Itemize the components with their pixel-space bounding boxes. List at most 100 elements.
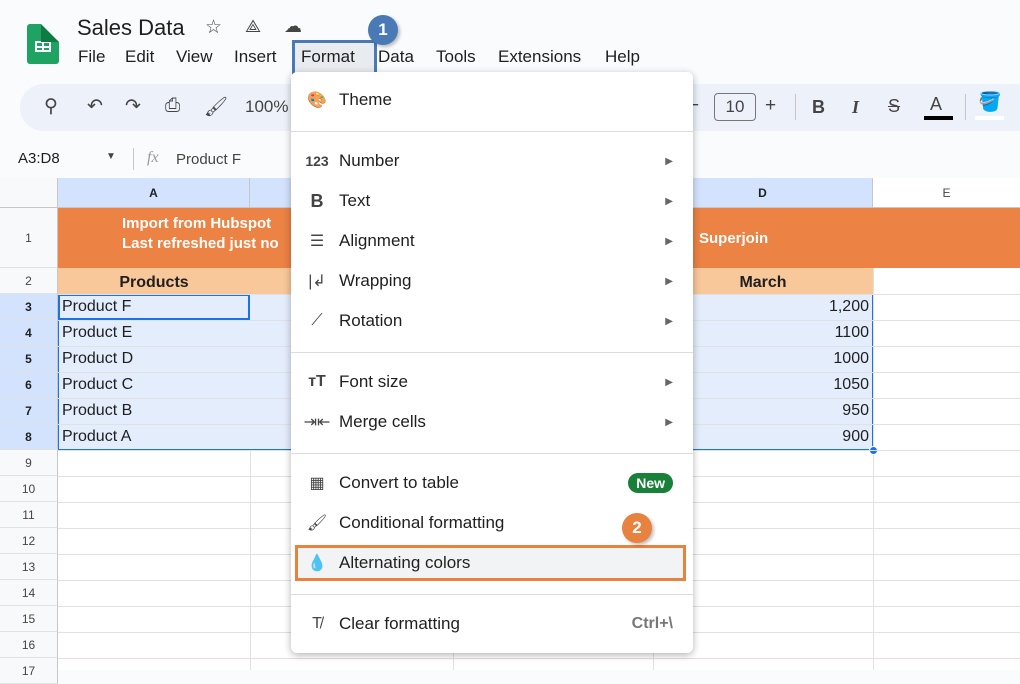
menu-item-font-size[interactable]: ᴛT Font size ▶ (291, 364, 693, 400)
row-header-7[interactable]: 7 (0, 398, 58, 424)
document-title[interactable]: Sales Data (77, 15, 185, 41)
formula-input[interactable]: Product F (176, 151, 241, 168)
toolbar-divider (795, 94, 796, 120)
italic-button[interactable]: I (852, 97, 859, 118)
menu-data[interactable]: Data (378, 47, 414, 67)
menu-item-convert-to-table[interactable]: ▦ Convert to table New (291, 465, 693, 501)
font-size-icon: ᴛT (308, 373, 326, 390)
sheets-logo[interactable] (27, 24, 59, 64)
cloud-saved-icon[interactable]: ☁ (284, 16, 302, 37)
row-header-2[interactable]: 2 (0, 268, 58, 294)
row-header-3[interactable]: 3 (0, 294, 58, 320)
menu-item-alignment[interactable]: ☰ Alignment ▶ (291, 223, 693, 259)
row-header-16[interactable]: 16 (0, 632, 58, 658)
cell-product[interactable]: Product F (58, 294, 250, 320)
menu-item-number[interactable]: 123 Number ▶ (291, 143, 693, 179)
banner-text: Import from Hubspot Last refreshed just n… (58, 214, 290, 262)
label: Number (339, 151, 400, 170)
drive-add-icon[interactable]: ⟁ (245, 16, 261, 37)
text-color-swatch (924, 116, 953, 120)
label: Text (339, 191, 371, 210)
cell-product[interactable]: Product C (58, 372, 250, 398)
menu-item-rotation[interactable]: ⟋ Rotation ▶ (291, 303, 693, 339)
menu-item-merge-cells[interactable]: ⇥⇤ Merge cells ▶ (291, 404, 693, 440)
print-icon[interactable]: ⎙ (165, 95, 180, 117)
step-badge-2: 2 (622, 513, 652, 543)
divider (133, 148, 134, 170)
select-all-corner[interactable] (0, 178, 58, 208)
row-header-12[interactable]: 12 (0, 528, 58, 554)
align-left-icon: ☰ (309, 233, 325, 250)
menu-help[interactable]: Help (605, 47, 640, 67)
new-badge: New (628, 473, 673, 493)
menu-item-alternating-colors[interactable]: 💧 Alternating colors (295, 545, 686, 581)
fill-color-icon[interactable]: 🪣 (978, 90, 1002, 114)
table-icon: ▦ (309, 475, 325, 492)
column-header-a[interactable]: A (58, 178, 250, 208)
row-header-9[interactable]: 9 (0, 450, 58, 476)
label: Clear formatting (339, 614, 460, 633)
fx-icon: fx (147, 149, 159, 166)
row-header-11[interactable]: 11 (0, 502, 58, 528)
cell-product[interactable]: Product E (58, 320, 250, 346)
menu-edit[interactable]: Edit (125, 47, 154, 67)
banner-line-2: Last refreshed just no (122, 235, 279, 252)
paint-roller-icon: 🖌 (306, 515, 328, 532)
header-products[interactable]: Products (58, 270, 250, 296)
search-icon[interactable]: ⚲ (44, 95, 58, 118)
menu-tools[interactable]: Tools (436, 47, 476, 67)
redo-icon[interactable]: ↷ (125, 95, 141, 118)
row-header-8[interactable]: 8 (0, 424, 58, 450)
increase-font-size-button[interactable]: + (765, 95, 776, 117)
row-header-4[interactable]: 4 (0, 320, 58, 346)
format-dropdown-menu: 🎨 Theme 123 Number ▶ B Text ▶ ☰ Alignment ▶ |↲ W… (291, 72, 693, 653)
menu-format[interactable]: Format (301, 47, 355, 67)
menu-item-clear-formatting[interactable]: T̸ Clear formatting Ctrl+\ (291, 606, 693, 642)
bold-b-icon: B (310, 190, 324, 211)
undo-icon[interactable]: ↶ (87, 95, 103, 118)
menu-extensions[interactable]: Extensions (498, 47, 581, 67)
bold-button[interactable]: B (812, 97, 825, 118)
menu-insert[interactable]: Insert (234, 47, 277, 67)
label: Convert to table (339, 473, 460, 492)
menu-item-theme[interactable]: 🎨 Theme (291, 82, 693, 118)
text-color-button[interactable]: A (930, 94, 942, 115)
row-header-17[interactable]: 17 (0, 658, 58, 684)
label: Conditional formatting (339, 513, 505, 532)
label: Merge cells (339, 412, 426, 431)
row-header-6[interactable]: 6 (0, 372, 58, 398)
font-size-input[interactable]: 10 (714, 93, 756, 121)
label: Alignment (339, 231, 415, 250)
banner-superjoin: Superjoin (699, 229, 769, 247)
row-header-1[interactable]: 1 (0, 208, 58, 268)
menu-item-wrapping[interactable]: |↲ Wrapping ▶ (291, 263, 693, 299)
paint-format-icon[interactable]: 🖌 (204, 95, 228, 119)
column-header-e[interactable]: E (873, 178, 1020, 208)
cell-product[interactable]: Product A (58, 424, 250, 450)
fill-color-swatch (975, 116, 1004, 120)
color-drop-icon: 💧 (307, 555, 327, 572)
row-header-13[interactable]: 13 (0, 554, 58, 580)
row-header-10[interactable]: 10 (0, 476, 58, 502)
row-header-5[interactable]: 5 (0, 346, 58, 372)
cell-product[interactable]: Product B (58, 398, 250, 424)
zoom-select[interactable]: 100% (245, 97, 288, 117)
star-icon[interactable]: ☆ (205, 16, 222, 39)
text-rotation-icon: ⟋ (311, 312, 323, 329)
cell-product[interactable]: Product D (58, 346, 250, 372)
name-box-dropdown-icon[interactable]: ▼ (106, 151, 116, 162)
menu-item-text[interactable]: B Text ▶ (291, 183, 693, 219)
name-box[interactable]: A3:D8 (18, 150, 60, 167)
label: Theme (339, 90, 392, 109)
row-header-15[interactable]: 15 (0, 606, 58, 632)
toolbar-divider (965, 94, 966, 120)
menu-view[interactable]: View (176, 47, 213, 67)
number-123-icon: 123 (305, 153, 329, 169)
shortcut-text: Ctrl+\ (631, 615, 673, 632)
strikethrough-icon[interactable]: S (888, 96, 900, 117)
row-header-14[interactable]: 14 (0, 580, 58, 606)
submenu-arrow-icon: ▶ (665, 235, 673, 247)
label: Font size (339, 372, 408, 391)
merge-cells-icon: ⇥⇤ (303, 414, 331, 431)
menu-file[interactable]: File (78, 47, 105, 67)
